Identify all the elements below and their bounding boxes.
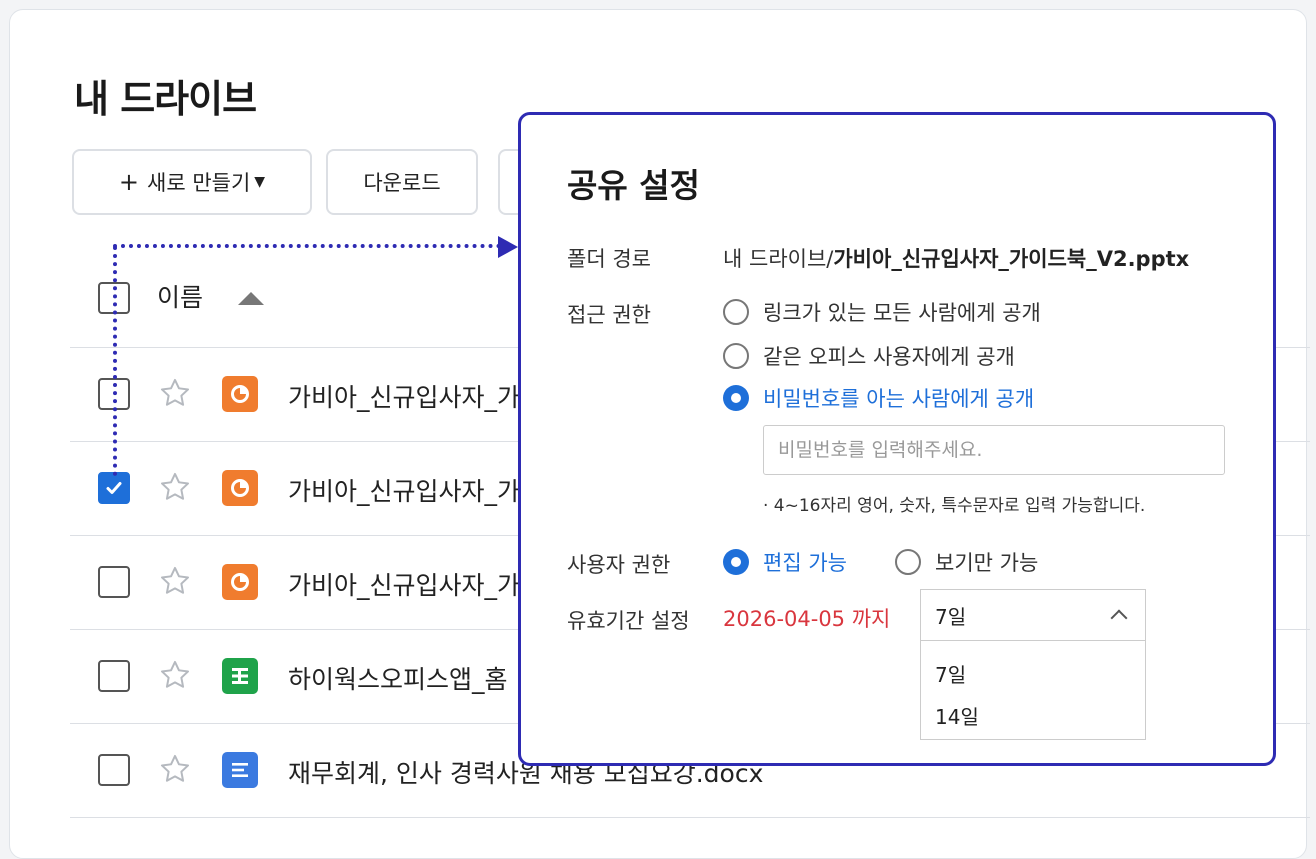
access-option-label: 링크가 있는 모든 사람에게 공개 xyxy=(763,301,1041,325)
path-file: 가비아_신규입사자_가이드북_V2.pptx xyxy=(833,247,1190,271)
path-value: 내 드라이브/가비아_신규입사자_가이드북_V2.pptx xyxy=(723,243,1189,273)
plus-icon: + xyxy=(118,168,140,196)
download-button[interactable]: 다운로드 xyxy=(326,149,478,215)
expiry-options-list: 7일 14일 xyxy=(920,640,1146,740)
star-icon[interactable] xyxy=(158,376,192,414)
access-option-label: 같은 오피스 사용자에게 공개 xyxy=(763,345,1015,369)
file-name[interactable]: 가비아_신규입사자_가 xyxy=(288,378,520,414)
path-prefix: 내 드라이브/ xyxy=(723,247,834,271)
user-perm-label: 편집 가능 xyxy=(763,551,847,575)
user-perm-edit[interactable]: 편집 가능 xyxy=(723,547,847,577)
presentation-file-icon xyxy=(222,564,258,600)
page-title: 내 드라이브 xyxy=(74,77,257,121)
presentation-file-icon xyxy=(222,470,258,506)
radio-selected-icon xyxy=(723,385,749,411)
expiry-option[interactable]: 14일 xyxy=(935,701,979,730)
row-checkbox[interactable] xyxy=(98,660,130,692)
expiry-label: 유효기간 설정 xyxy=(567,609,690,633)
document-file-icon xyxy=(222,752,258,788)
expiry-select[interactable]: 7일 xyxy=(920,589,1146,641)
chevron-up-icon xyxy=(1110,609,1128,627)
radio-selected-icon xyxy=(723,549,749,575)
user-perm-view[interactable]: 보기만 가능 xyxy=(895,547,1038,577)
file-name[interactable]: 가비아_신규입사자_가 xyxy=(288,472,520,508)
radio-icon xyxy=(723,343,749,369)
download-button-label: 다운로드 xyxy=(363,171,441,195)
access-option-label: 비밀번호를 아는 사람에게 공개 xyxy=(763,387,1035,411)
access-option-password[interactable]: 비밀번호를 아는 사람에게 공개 xyxy=(723,383,1034,413)
caret-down-icon: ▼ xyxy=(254,174,266,190)
user-perm-label: 보기만 가능 xyxy=(935,551,1039,575)
sort-ascending-icon[interactable] xyxy=(238,292,264,305)
dialog-title: 공유 설정 xyxy=(567,166,700,205)
user-permission-label: 사용자 권한 xyxy=(567,553,671,577)
connector-line xyxy=(113,244,501,248)
row-checkbox[interactable] xyxy=(98,566,130,598)
presentation-file-icon xyxy=(222,376,258,412)
spreadsheet-file-icon xyxy=(222,658,258,694)
share-settings-dialog: 공유 설정 폴더 경로 내 드라이브/가비아_신규입사자_가이드북_V2.ppt… xyxy=(518,112,1276,766)
new-button[interactable]: + 새로 만들기 ▼ xyxy=(72,149,312,215)
new-button-label: 새로 만들기 xyxy=(147,171,251,195)
password-input[interactable] xyxy=(763,425,1225,475)
star-icon[interactable] xyxy=(158,752,192,790)
row-checkbox[interactable] xyxy=(98,754,130,786)
access-option-public-link[interactable]: 링크가 있는 모든 사람에게 공개 xyxy=(723,297,1041,327)
name-column-header[interactable]: 이름 xyxy=(157,278,203,314)
arrow-icon xyxy=(498,236,518,258)
row-checkbox[interactable] xyxy=(98,472,130,504)
star-icon[interactable] xyxy=(158,658,192,696)
path-label: 폴더 경로 xyxy=(567,247,651,271)
expiry-option[interactable]: 7일 xyxy=(935,659,966,688)
star-icon[interactable] xyxy=(158,470,192,508)
file-name[interactable]: 하이웍스오피스앱_홈 xyxy=(288,660,508,696)
access-option-same-office[interactable]: 같은 오피스 사용자에게 공개 xyxy=(723,341,1015,371)
expiry-selected-value: 7일 xyxy=(935,604,967,629)
expiry-date: 2026-04-05 까지 xyxy=(723,607,891,631)
password-hint: · 4~16자리 영어, 숫자, 특수문자로 입력 가능합니다. xyxy=(763,496,1146,516)
file-name[interactable]: 가비아_신규입사자_가 xyxy=(288,566,520,602)
access-label: 접근 권한 xyxy=(567,303,651,327)
radio-icon xyxy=(723,299,749,325)
star-icon[interactable] xyxy=(158,564,192,602)
connector-line xyxy=(113,246,117,476)
radio-icon xyxy=(895,549,921,575)
